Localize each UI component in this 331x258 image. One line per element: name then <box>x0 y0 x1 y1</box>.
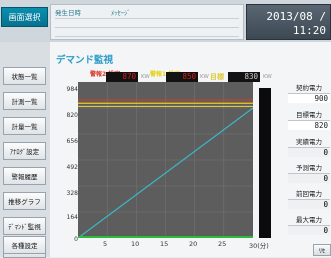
sidebar-item-measurement[interactable]: 計測一覧 <box>3 92 46 110</box>
target-power-label: 目標電力 <box>296 111 322 119</box>
contract-power-label: 契約電力 <box>296 84 322 92</box>
sidebar: 状態一覧 計測一覧 計量一覧 ｱﾅﾛｸﾞ設定 警報履歴 推移グラフ ﾃﾞﾏﾝﾄﾞ… <box>0 42 50 258</box>
sidebar-item-settings[interactable]: 各種設定 <box>3 236 46 254</box>
x-tick: 20 <box>189 240 198 248</box>
y-tick: 492 <box>66 164 78 171</box>
previous-power-label: 前回電力 <box>296 190 322 198</box>
y-tick: 820 <box>66 112 78 119</box>
legend-alarm1-value: 850 <box>166 72 198 82</box>
y-tick: 656 <box>66 138 78 145</box>
max-power-label: 最大電力 <box>296 216 322 224</box>
actual-power-bar <box>259 88 271 238</box>
screen-select-button[interactable]: 画面選択 <box>1 7 48 27</box>
sidebar-item-trend-graph[interactable]: 推移グラフ <box>3 192 46 210</box>
sidebar-item-demand-monitor[interactable]: ﾃﾞﾏﾝﾄﾞ監視 <box>3 217 46 235</box>
sidebar-item-analog-setting[interactable]: ｱﾅﾛｸﾞ設定 <box>3 142 46 160</box>
y-tick: 328 <box>66 190 78 197</box>
date-text: 2013/08 / <box>266 10 326 23</box>
event-divider <box>55 36 239 37</box>
legend-target-label: 目標 <box>210 73 224 81</box>
event-time-header: 発生日時 <box>55 9 81 17</box>
sidebar-item-alarm-history[interactable]: 警報履歴 <box>3 167 46 185</box>
legend-alarm2-unit: KW <box>141 74 150 80</box>
actual-power-value: 0 <box>288 147 330 157</box>
top-bar: 画面選択 発生日時 ﾒｯｾｰｼﾞ 2013/08 / 11:20 <box>0 0 331 42</box>
x-tick: 25 <box>218 240 227 248</box>
legend-alarm1-unit: KW <box>200 74 209 80</box>
x-tick: 30(分) <box>249 242 269 250</box>
actual-power-label: 実績電力 <box>296 138 322 146</box>
legend-target-value: 830 <box>228 72 260 82</box>
message-header: ﾒｯｾｰｼﾞ <box>111 9 131 17</box>
event-log-panel: 発生日時 ﾒｯｾｰｼﾞ <box>50 4 244 40</box>
reset-button[interactable]: ﾘｾ <box>313 244 331 256</box>
max-power-value: 0 <box>288 225 330 235</box>
legend-target-unit: KW <box>263 74 272 80</box>
x-tick: 15 <box>160 240 169 248</box>
previous-power-value: 0 <box>288 199 330 209</box>
page-title: デマンド監視 <box>56 55 114 66</box>
sidebar-item-metering[interactable]: 計量一覧 <box>3 117 46 135</box>
y-tick: 164 <box>66 214 78 221</box>
sidebar-item-status[interactable]: 状態一覧 <box>3 67 46 85</box>
demand-chart <box>78 82 253 238</box>
y-tick: 0 <box>74 236 78 243</box>
event-divider <box>55 27 239 28</box>
time-text: 11:20 <box>292 24 326 37</box>
y-tick: 984 <box>66 86 78 93</box>
x-tick: 10 <box>131 240 140 248</box>
x-tick: 5 <box>103 240 108 248</box>
legend-alarm2-value: 870 <box>106 72 138 82</box>
event-divider <box>55 18 239 19</box>
clock-display: 2013/08 / 11:20 <box>246 4 331 40</box>
contract-power-value: 900 <box>288 93 330 103</box>
forecast-power-label: 予測電力 <box>296 164 322 172</box>
forecast-power-value: 0 <box>288 173 330 183</box>
target-power-value: 820 <box>288 120 330 130</box>
